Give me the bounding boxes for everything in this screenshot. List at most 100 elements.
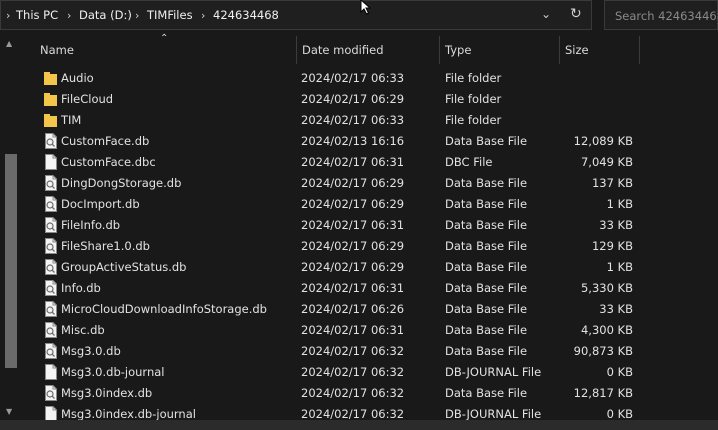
database-file-icon bbox=[45, 280, 57, 296]
column-divider[interactable] bbox=[639, 36, 640, 64]
file-date-modified: 2024/02/17 06:31 bbox=[301, 323, 405, 337]
database-file-icon bbox=[45, 343, 57, 359]
file-size: 33 KB bbox=[599, 218, 633, 232]
file-row[interactable]: FileShare1.0.db 2024/02/17 06:29 Data Base… bbox=[0, 236, 718, 257]
file-row[interactable]: Info.db 2024/02/17 06:31 Data Base File 5,3… bbox=[0, 278, 718, 299]
file-type: Data Base File bbox=[445, 134, 528, 148]
file-size: 1 KB bbox=[606, 197, 633, 211]
file-name: CustomFace.db bbox=[61, 134, 150, 148]
file-size: 12,817 KB bbox=[573, 386, 633, 400]
file-row[interactable]: Msg3.0.db-journal 2024/02/17 06:32 DB-JOUR… bbox=[0, 362, 718, 383]
file-size: 129 KB bbox=[591, 239, 633, 253]
file-type: File folder bbox=[445, 71, 502, 85]
horizontal-scrollbar[interactable] bbox=[0, 420, 718, 430]
file-row[interactable]: Misc.db 2024/02/17 06:31 Data Base File 4,3… bbox=[0, 320, 718, 341]
file-name: GroupActiveStatus.db bbox=[61, 260, 187, 274]
database-file-icon bbox=[45, 259, 57, 275]
file-type: DB-JOURNAL File bbox=[445, 407, 542, 421]
file-row[interactable]: Msg3.0.db 2024/02/17 06:32 Data Base File 9… bbox=[0, 341, 718, 362]
database-file-icon bbox=[45, 385, 57, 401]
file-icon bbox=[45, 154, 57, 170]
breadcrumb-this-pc[interactable]: This PC bbox=[16, 8, 58, 22]
address-bar[interactable]: › This PC › Data (D:) › TIMFiles › 42463… bbox=[0, 0, 592, 30]
chevron-right-icon[interactable]: › bbox=[67, 9, 71, 22]
file-date-modified: 2024/02/17 06:32 bbox=[301, 365, 405, 379]
folder-row[interactable]: Audio 2024/02/17 06:33 File folder bbox=[0, 68, 718, 89]
file-type: Data Base File bbox=[445, 386, 528, 400]
breadcrumb-current-folder[interactable]: 424634468 bbox=[213, 8, 279, 22]
file-date-modified: 2024/02/17 06:29 bbox=[301, 239, 405, 253]
file-row[interactable]: FileInfo.db 2024/02/17 06:31 Data Base Fil… bbox=[0, 215, 718, 236]
chevron-right-icon[interactable]: › bbox=[135, 9, 139, 22]
file-date-modified: 2024/02/17 06:32 bbox=[301, 407, 405, 421]
file-date-modified: 2024/02/17 06:31 bbox=[301, 218, 405, 232]
file-size: 90,873 KB bbox=[573, 344, 633, 358]
file-name: TIM bbox=[61, 113, 82, 127]
database-file-icon bbox=[45, 301, 57, 317]
folder-icon bbox=[44, 114, 57, 127]
folder-icon bbox=[44, 93, 57, 106]
file-row[interactable]: CustomFace.dbc 2024/02/17 06:31 DBC File 7,… bbox=[0, 152, 718, 173]
file-name: Msg3.0.db bbox=[61, 344, 121, 358]
file-name: FileCloud bbox=[61, 92, 114, 106]
file-date-modified: 2024/02/17 06:32 bbox=[301, 344, 405, 358]
refresh-icon[interactable]: ↻ bbox=[570, 6, 582, 22]
file-type: DB-JOURNAL File bbox=[445, 365, 542, 379]
file-row[interactable]: GroupActiveStatus.db 2024/02/17 06:29 Data… bbox=[0, 257, 718, 278]
file-size: 33 KB bbox=[599, 302, 633, 316]
file-type: DBC File bbox=[445, 155, 493, 169]
chevron-down-icon[interactable]: ⌄ bbox=[541, 7, 551, 21]
file-row[interactable]: MicroCloudDownloadInfoStorage.db 2024/02/… bbox=[0, 299, 718, 320]
file-name: Audio bbox=[61, 71, 94, 85]
file-type: Data Base File bbox=[445, 239, 528, 253]
breadcrumb-data-drive[interactable]: Data (D:) bbox=[79, 8, 132, 22]
file-type: Data Base File bbox=[445, 197, 528, 211]
database-file-icon bbox=[45, 133, 57, 149]
file-type: Data Base File bbox=[445, 176, 528, 190]
column-header-type[interactable]: Type bbox=[439, 36, 559, 64]
file-row[interactable]: DingDongStorage.db 2024/02/17 06:29 Data B… bbox=[0, 173, 718, 194]
file-row[interactable]: CustomFace.db 2024/02/13 16:16 Data Base F… bbox=[0, 131, 718, 152]
file-name: MicroCloudDownloadInfoStorage.db bbox=[61, 302, 267, 316]
column-header-name[interactable]: Name bbox=[34, 36, 296, 64]
file-date-modified: 2024/02/17 06:26 bbox=[301, 302, 405, 316]
file-name: Msg3.0index.db-journal bbox=[61, 407, 196, 421]
file-name: DingDongStorage.db bbox=[61, 176, 182, 190]
scroll-up-icon[interactable]: ▲ bbox=[6, 39, 12, 48]
file-date-modified: 2024/02/17 06:33 bbox=[301, 71, 405, 85]
mouse-cursor-icon bbox=[360, 0, 372, 15]
file-size: 12,089 KB bbox=[573, 134, 633, 148]
file-type: Data Base File bbox=[445, 281, 528, 295]
file-name: FileInfo.db bbox=[61, 218, 121, 232]
database-file-icon bbox=[45, 238, 57, 254]
file-name: DocImport.db bbox=[61, 197, 140, 211]
column-header-size[interactable]: Size bbox=[559, 36, 639, 64]
folder-row[interactable]: TIM 2024/02/17 06:33 File folder bbox=[0, 110, 718, 131]
file-date-modified: 2024/02/17 06:29 bbox=[301, 197, 405, 211]
folder-row[interactable]: FileCloud 2024/02/17 06:29 File folder bbox=[0, 89, 718, 110]
file-icon bbox=[45, 364, 57, 380]
file-type: Data Base File bbox=[445, 323, 528, 337]
search-box[interactable] bbox=[604, 0, 718, 30]
folder-icon bbox=[44, 72, 57, 85]
file-date-modified: 2024/02/17 06:29 bbox=[301, 176, 405, 190]
chevron-right-icon[interactable]: › bbox=[201, 9, 205, 22]
file-size: 4,300 KB bbox=[580, 323, 633, 337]
file-type: File folder bbox=[445, 113, 502, 127]
search-input[interactable] bbox=[613, 7, 718, 25]
file-date-modified: 2024/02/13 16:16 bbox=[301, 134, 405, 148]
chevron-right-icon[interactable]: › bbox=[6, 9, 10, 22]
breadcrumb-timfiles[interactable]: TIMFiles bbox=[147, 8, 193, 22]
file-date-modified: 2024/02/17 06:31 bbox=[301, 281, 405, 295]
file-type: Data Base File bbox=[445, 260, 528, 274]
file-name: Misc.db bbox=[61, 323, 105, 337]
file-size: 5,330 KB bbox=[580, 281, 633, 295]
file-date-modified: 2024/02/17 06:32 bbox=[301, 386, 405, 400]
file-name: Msg3.0.db-journal bbox=[61, 365, 165, 379]
file-row[interactable]: DocImport.db 2024/02/17 06:29 Data Base Fi… bbox=[0, 194, 718, 215]
file-name: FileShare1.0.db bbox=[61, 239, 150, 253]
file-row[interactable]: Msg3.0index.db 2024/02/17 06:32 Data Base … bbox=[0, 383, 718, 404]
file-size: 1 KB bbox=[606, 260, 633, 274]
column-header-date-modified[interactable]: Date modified bbox=[296, 36, 439, 64]
file-type: File folder bbox=[445, 92, 502, 106]
